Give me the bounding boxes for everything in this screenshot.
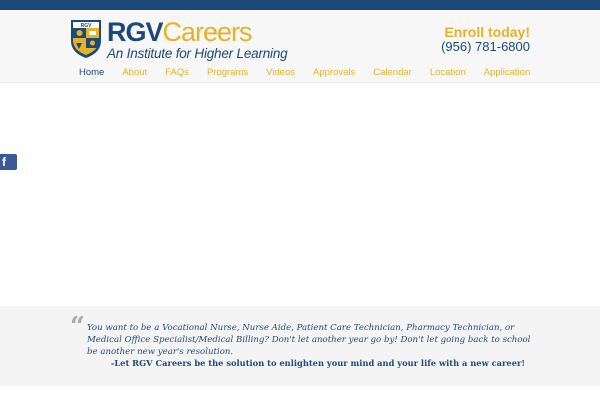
- nav-application[interactable]: Application: [475, 66, 539, 86]
- enroll-cta[interactable]: Enroll today!: [444, 24, 530, 40]
- rgv-shield-logo-icon: RGV: [71, 20, 101, 58]
- nav-programs[interactable]: Programs: [198, 66, 257, 86]
- main-nav: Home About FAQs Programs Videos Approval…: [70, 66, 539, 86]
- nav-faqs[interactable]: FAQs: [156, 66, 198, 86]
- phone-number[interactable]: (956) 781-6800: [441, 39, 530, 54]
- nav-videos[interactable]: Videos: [257, 66, 304, 86]
- facebook-icon[interactable]: f: [0, 154, 17, 170]
- nav-location[interactable]: Location: [421, 66, 475, 86]
- header: RGV RGVCareers An Institute for Higher L…: [0, 10, 600, 83]
- brand-name: RGVCareers: [107, 17, 253, 47]
- quote-icon: “: [70, 312, 85, 342]
- top-bar: [0, 0, 600, 10]
- nav-approvals[interactable]: Approvals: [304, 66, 364, 86]
- site-logo-link[interactable]: RGV RGVCareers An Institute for Higher L…: [70, 17, 288, 61]
- tagline: An Institute for Higher Learning: [107, 46, 288, 61]
- nav-about[interactable]: About: [113, 66, 156, 86]
- quote-text: You want to be a Vocational Nurse, Nurse…: [87, 323, 531, 357]
- brand-secondary: Careers: [162, 17, 253, 47]
- quote-section: “ You want to be a Vocational Nurse, Nur…: [0, 306, 600, 386]
- brand-primary: RGV: [107, 17, 164, 47]
- quote-signature: -Let RGV Careers be the solution to enli…: [110, 358, 525, 368]
- nav-home[interactable]: Home: [70, 66, 113, 86]
- nav-calendar[interactable]: Calendar: [364, 66, 421, 86]
